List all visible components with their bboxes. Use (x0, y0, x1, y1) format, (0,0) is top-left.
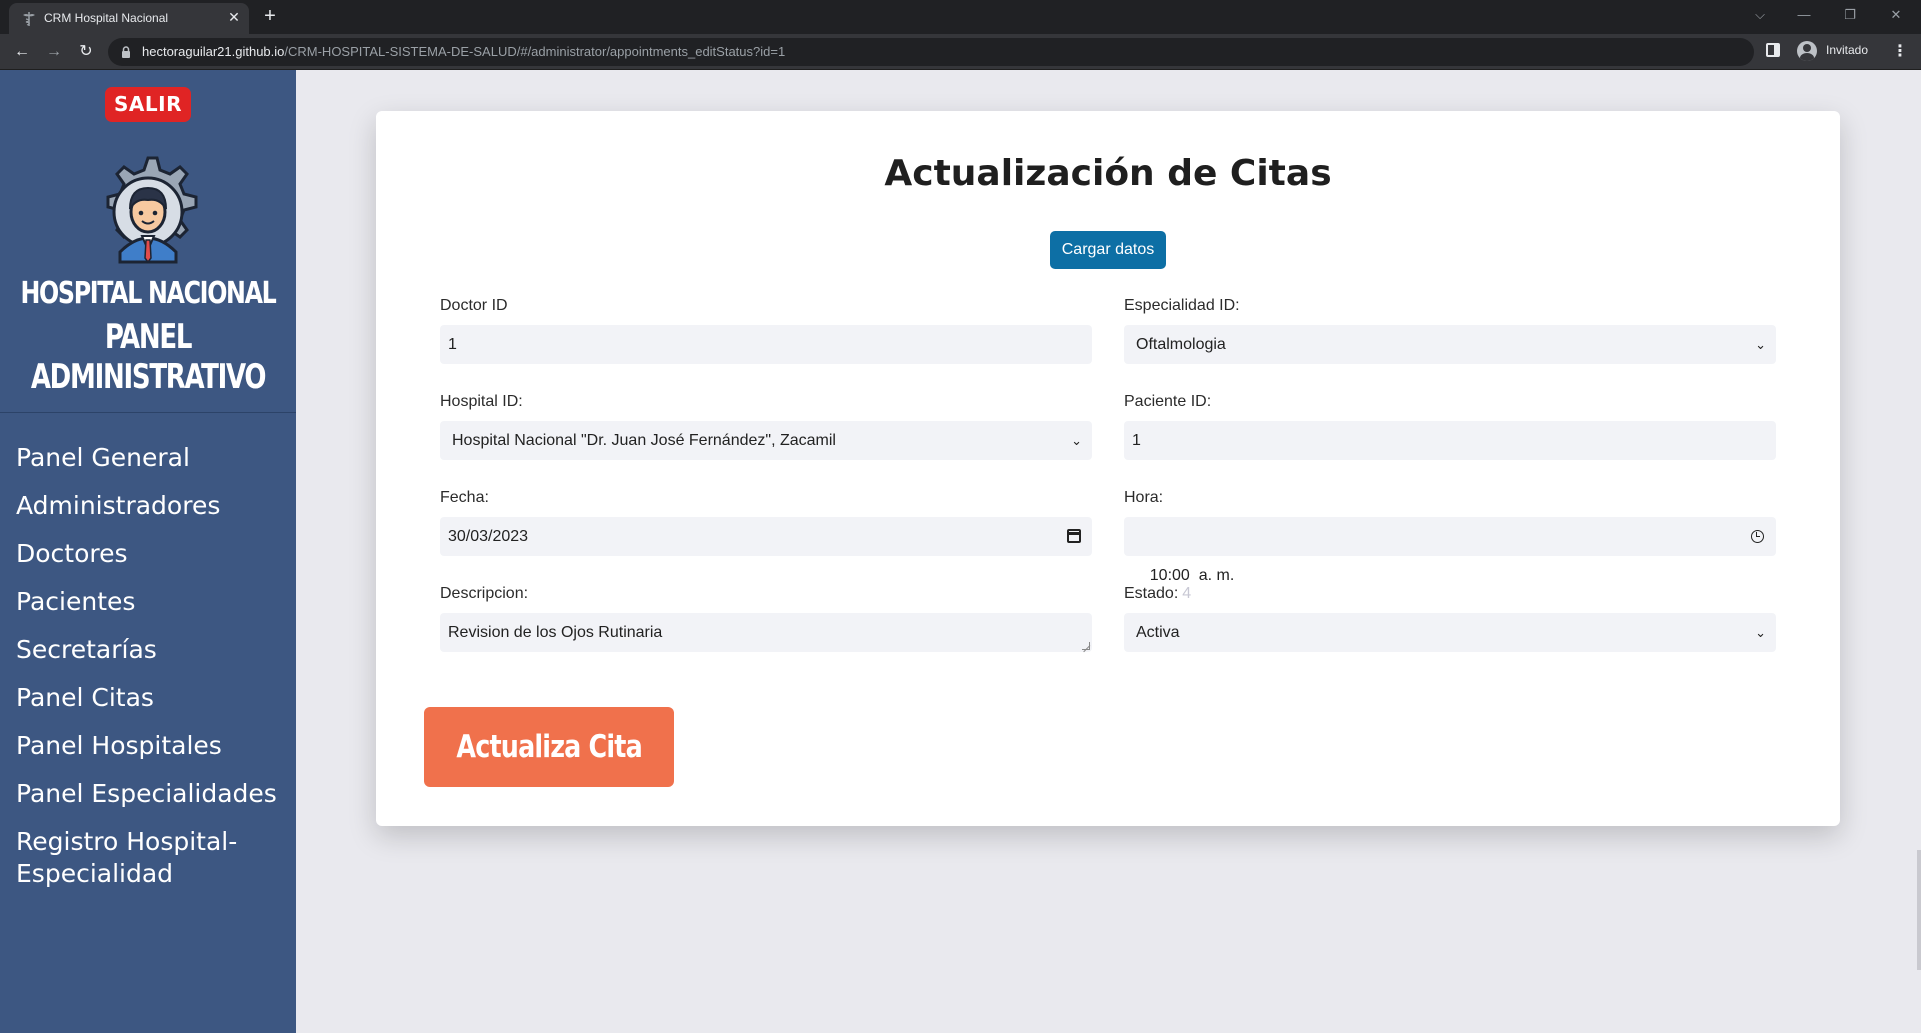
load-data-button[interactable]: Cargar datos (1050, 231, 1166, 269)
new-tab-icon[interactable]: + (258, 4, 282, 28)
forward-arrow-icon[interactable]: → (40, 38, 68, 66)
sidebar-item-panel-citas[interactable]: Panel Citas (16, 682, 292, 714)
update-appointment-button[interactable]: Actualiza Cita (424, 707, 674, 787)
side-panel-icon[interactable] (1766, 43, 1780, 57)
status-label: Estado: 4 (1124, 585, 1191, 603)
brand-block: HOSPITAL NACIONAL PANEL ADMINISTRATIVO (0, 276, 296, 397)
doctor-id-input[interactable]: 1 (440, 325, 1092, 364)
resize-handle-icon[interactable] (1082, 642, 1090, 650)
profile-avatar-icon[interactable] (1797, 41, 1817, 61)
sidebar-item-administradores[interactable]: Administradores (16, 490, 292, 522)
status-select[interactable]: Activa ⌄ (1124, 613, 1776, 652)
tab-search-chevron-icon[interactable]: ⌵ (1742, 2, 1778, 28)
caduceus-icon (23, 12, 35, 26)
back-arrow-icon[interactable]: ← (8, 38, 36, 66)
specialty-id-label: Especialidad ID: (1124, 297, 1240, 314)
restore-icon[interactable]: ❐ (1832, 2, 1868, 28)
admin-gear-logo-icon (106, 156, 198, 264)
more-menu-icon[interactable]: ⋮ (1890, 38, 1910, 66)
sidebar-nav: Panel General Administradores Doctores P… (16, 442, 292, 906)
brand-admin-line: ADMINISTRATIVO (30, 357, 267, 397)
chevron-down-icon: ⌄ (1755, 625, 1766, 640)
time-input[interactable]: 10:00 a. m. (1124, 517, 1776, 584)
specialty-id-select[interactable]: Oftalmologia ⌄ (1124, 325, 1776, 364)
scrollbar[interactable] (1917, 850, 1921, 970)
lock-icon (122, 46, 130, 58)
date-input[interactable]: 30/03/2023 (440, 517, 1092, 556)
browser-tab-strip: CRM Hospital Nacional ✕ + ⌵ — ❐ ✕ (0, 0, 1921, 34)
description-value: Revision de los Ojos Rutinaria (448, 624, 663, 641)
brand-panel-line: PANEL (104, 317, 193, 357)
chevron-down-icon: ⌄ (1071, 433, 1082, 448)
date-value: 30/03/2023 (448, 528, 529, 545)
date-label: Fecha: (440, 489, 489, 506)
sidebar-item-registro-hospital-especialidad[interactable]: Registro Hospital-Especialidad (16, 826, 292, 890)
url-path: /CRM-HOSPITAL-SISTEMA-DE-SALUD/#/adminis… (284, 44, 786, 59)
page-title: Actualización de Citas (884, 153, 1332, 194)
time-value: 10:00 a. m. (1149, 567, 1235, 584)
sidebar-item-panel-general[interactable]: Panel General (16, 442, 292, 474)
calendar-icon[interactable] (1067, 529, 1081, 543)
hospital-id-value: Hospital Nacional "Dr. Juan José Fernánd… (452, 432, 836, 449)
logout-button[interactable]: SALIR (105, 87, 191, 122)
tab-close-icon[interactable]: ✕ (224, 7, 244, 27)
hospital-id-select[interactable]: Hospital Nacional "Dr. Juan José Fernánd… (440, 421, 1092, 460)
sidebar-item-panel-hospitales[interactable]: Panel Hospitales (16, 730, 292, 762)
url-host: hectoraguilar21.github.io (142, 44, 285, 59)
url-text: hectoraguilar21.github.io/CRM-HOSPITAL-S… (142, 44, 785, 59)
clock-icon[interactable] (1751, 530, 1764, 543)
description-label: Descripcion: (440, 585, 529, 602)
sidebar-item-doctores[interactable]: Doctores (16, 538, 292, 570)
sidebar-divider (0, 412, 296, 413)
sidebar: SALIR HOSPITAL NACIONAL PANEL ADMINISTRA… (0, 70, 296, 1033)
patient-id-input[interactable]: 1 (1124, 421, 1776, 460)
appointment-edit-card: Actualización de Citas Cargar datos Doct… (376, 111, 1840, 826)
patient-id-label: Paciente ID: (1124, 393, 1212, 410)
description-textarea[interactable]: Revision de los Ojos Rutinaria (440, 613, 1092, 652)
specialty-id-value: Oftalmologia (1136, 336, 1226, 353)
brand-hospital-name: HOSPITAL NACIONAL (20, 276, 276, 311)
profile-label[interactable]: Invitado (1826, 43, 1868, 57)
window-close-icon[interactable]: ✕ (1878, 2, 1914, 28)
status-value: Activa (1136, 624, 1180, 641)
sidebar-item-panel-especialidades[interactable]: Panel Especialidades (16, 778, 292, 810)
browser-tab[interactable]: CRM Hospital Nacional ✕ (9, 3, 249, 34)
hospital-id-label: Hospital ID: (440, 393, 523, 410)
tab-title: CRM Hospital Nacional (44, 11, 169, 25)
sidebar-item-secretarias[interactable]: Secretarías (16, 634, 292, 666)
doctor-id-label: Doctor ID (440, 297, 508, 314)
browser-toolbar: ← → ↻ hectoraguilar21.github.io/CRM-HOSP… (0, 34, 1921, 70)
time-label: Hora: (1124, 489, 1164, 506)
update-appointment-label: Actualiza Cita (456, 729, 642, 765)
address-bar[interactable]: hectoraguilar21.github.io/CRM-HOSPITAL-S… (108, 38, 1754, 66)
minimize-icon[interactable]: — (1786, 2, 1822, 28)
chevron-down-icon: ⌄ (1755, 337, 1766, 352)
reload-icon[interactable]: ↻ (72, 38, 100, 66)
sidebar-item-pacientes[interactable]: Pacientes (16, 586, 292, 618)
status-label-text: Estado: (1124, 585, 1179, 602)
status-hint: 4 (1182, 585, 1192, 602)
